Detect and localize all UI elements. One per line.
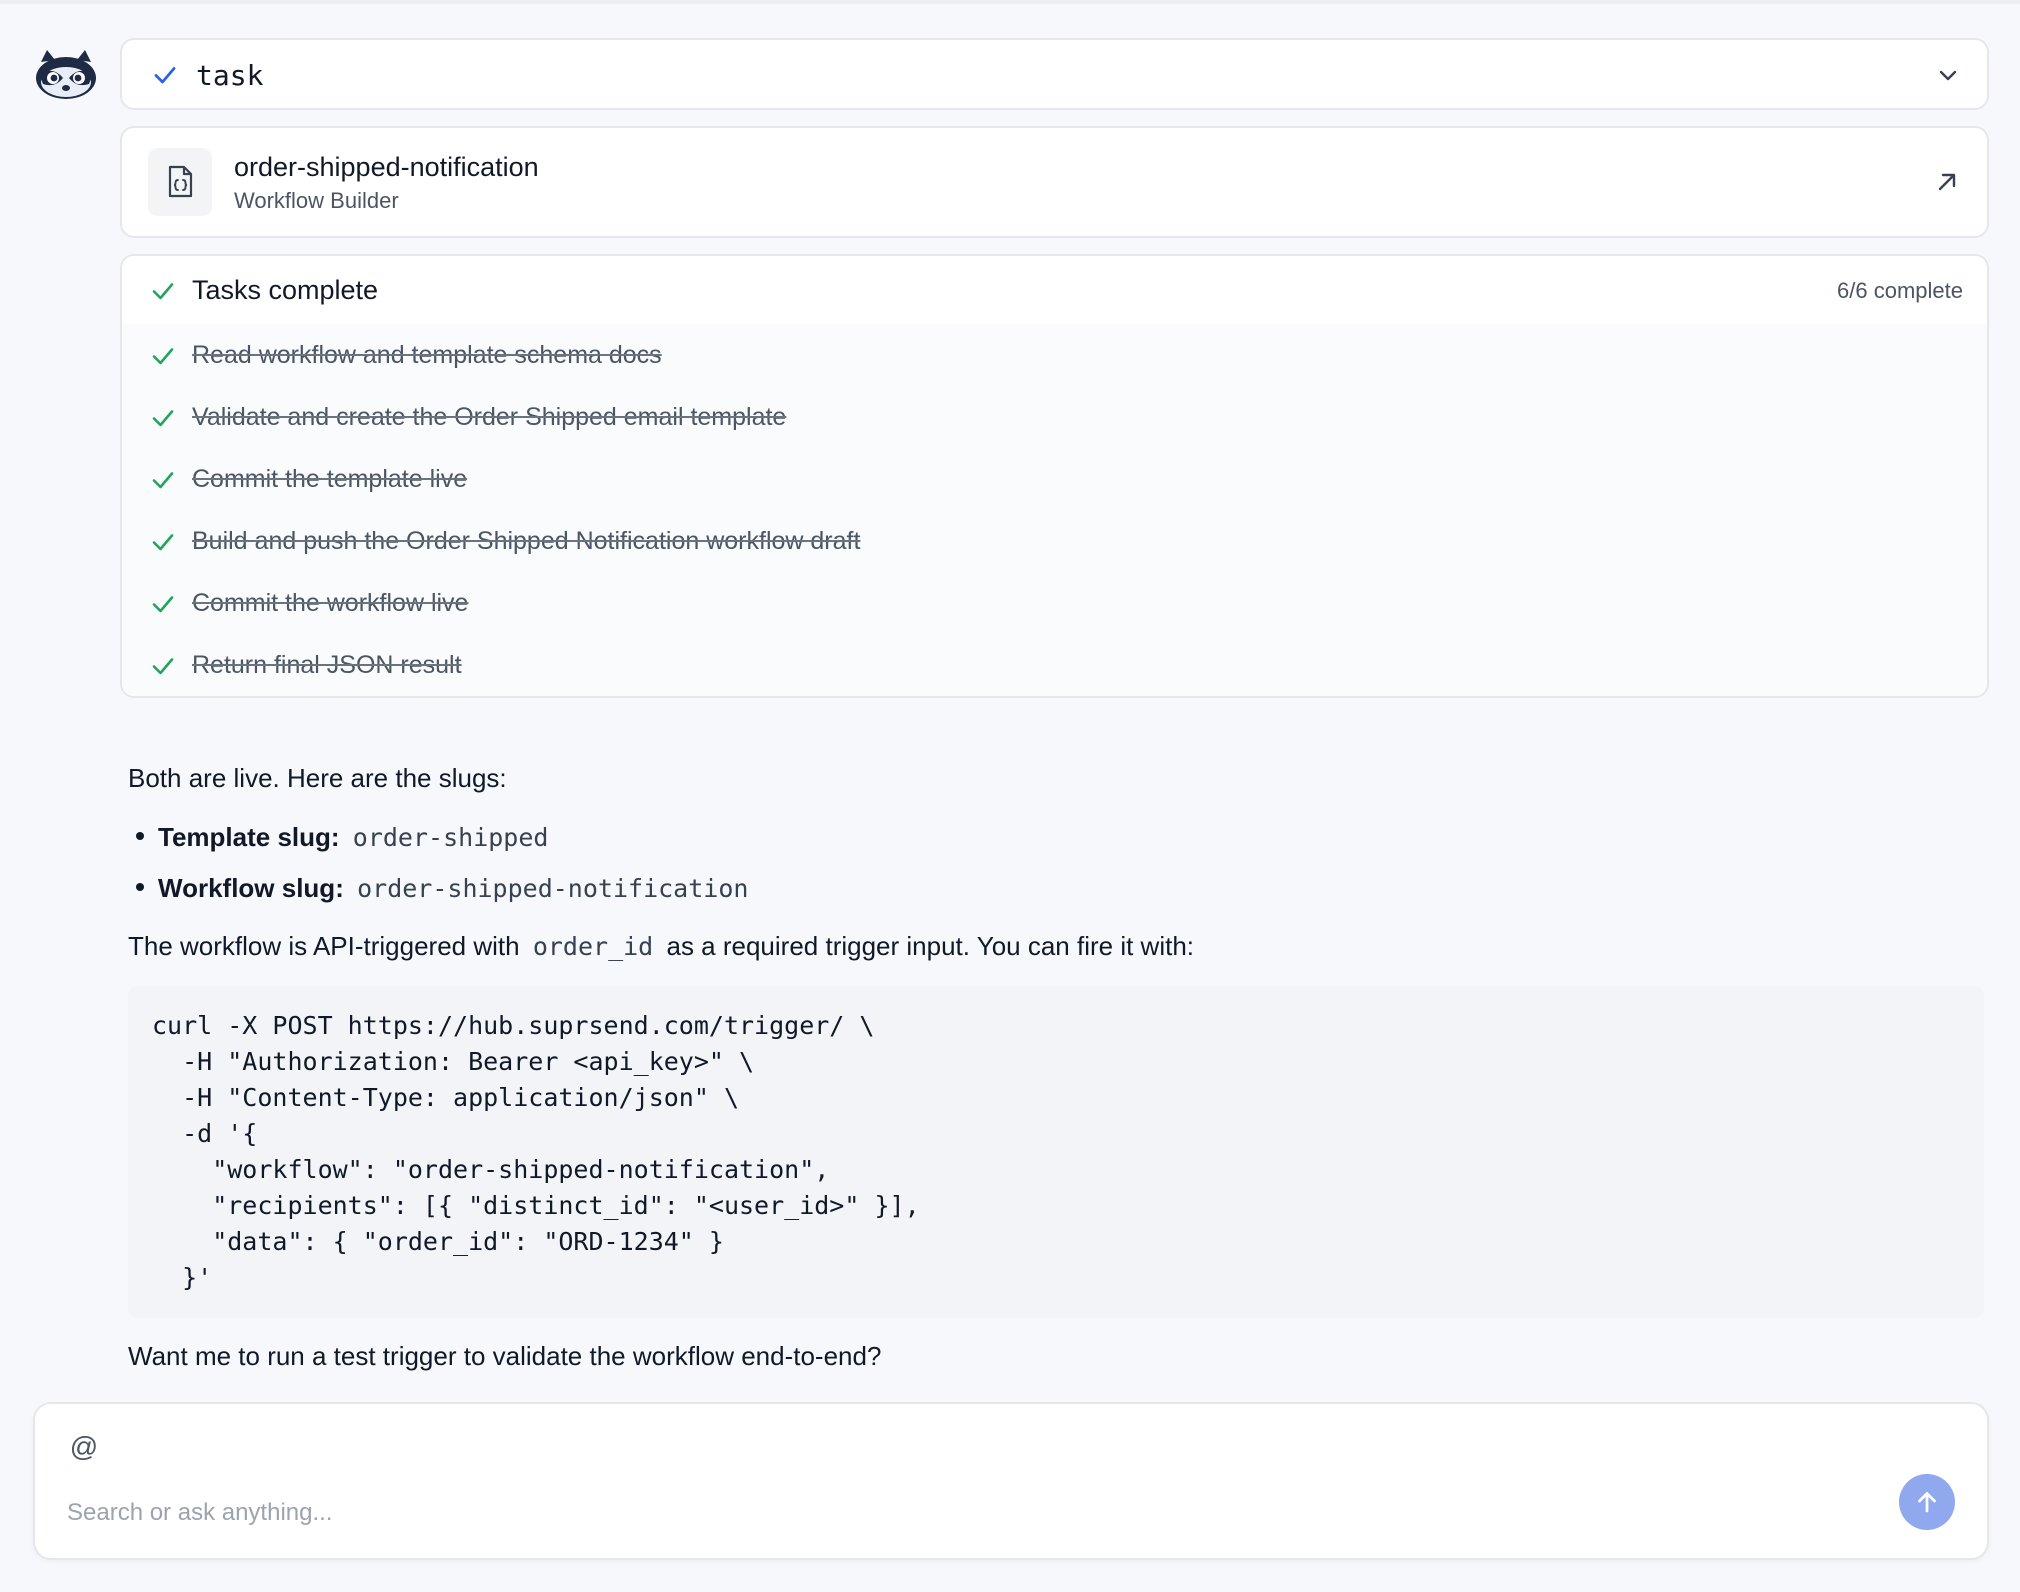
check-icon — [152, 534, 174, 551]
tasks-count: 6/6 complete — [1837, 278, 1963, 303]
slug-value: order-shipped-notification — [357, 874, 749, 903]
chevron-down-icon[interactable] — [1937, 64, 1959, 86]
slug-label: Template slug: — [158, 822, 340, 852]
check-icon — [152, 596, 174, 613]
composer: @ — [33, 1402, 1989, 1560]
task-item-label: Validate and create the Order Shipped em… — [192, 403, 787, 431]
task-item-label: Read workflow and template schema docs — [192, 341, 662, 369]
task-item: Build and push the Order Shipped Notific… — [122, 510, 1987, 573]
task-item: Return final JSON result — [122, 634, 1987, 696]
message-closing: Want me to run a test trigger to validat… — [128, 1341, 882, 1371]
list-item: Workflow slug: order-shipped-notificatio… — [136, 870, 754, 907]
trigger-param: order_id — [532, 932, 654, 961]
slug-value: order-shipped — [352, 823, 549, 852]
bullet-dot — [136, 883, 144, 892]
list-item: Template slug: order-shipped — [136, 819, 554, 856]
tasks-card: Tasks complete 6/6 complete Read workflo… — [120, 254, 1989, 698]
check-icon — [152, 410, 174, 427]
trigger-text-before: The workflow is API-triggered with — [128, 931, 520, 961]
task-item: Read workflow and template schema docs — [122, 324, 1987, 387]
tasks-header: Tasks complete 6/6 complete — [122, 256, 1987, 326]
tasks-title: Tasks complete — [192, 275, 379, 305]
workflow-icon-box — [148, 148, 212, 216]
assistant-avatar — [33, 48, 99, 100]
task-item-label: Commit the template live — [192, 465, 468, 493]
task-item: Validate and create the Order Shipped em… — [122, 386, 1987, 449]
task-label: task — [196, 59, 264, 92]
workflow-subtitle: Workflow Builder — [234, 188, 399, 213]
workflow-title: order-shipped-notification — [234, 152, 539, 182]
slug-label: Workflow slug: — [158, 873, 344, 903]
bullet-dot — [136, 832, 144, 841]
trigger-text-after: as a required trigger input. You can fir… — [666, 931, 1195, 961]
trigger-description: The workflow is API-triggered with order… — [128, 928, 1968, 965]
code-block: curl -X POST https://hub.suprsend.com/tr… — [128, 986, 1984, 1318]
raccoon-avatar-icon — [36, 50, 96, 99]
message-intro: Both are live. Here are the slugs: — [128, 763, 507, 793]
code-file-icon — [168, 165, 193, 198]
task-item: Commit the workflow live — [122, 572, 1987, 635]
check-icon — [152, 283, 174, 300]
workflow-card[interactable]: order-shipped-notification Workflow Buil… — [120, 126, 1989, 238]
check-icon — [152, 658, 174, 675]
task-header[interactable]: task — [120, 38, 1989, 110]
check-icon — [152, 472, 174, 489]
curl-command: curl -X POST https://hub.suprsend.com/tr… — [152, 1011, 920, 1292]
task-item-label: Return final JSON result — [192, 651, 462, 679]
send-button[interactable] — [1899, 1474, 1955, 1530]
arrow-up-icon — [1918, 1492, 1936, 1513]
task-item: Commit the template live — [122, 448, 1987, 511]
task-item-label: Commit the workflow live — [192, 589, 469, 617]
mention-button[interactable]: @ — [67, 1430, 101, 1464]
task-item-label: Build and push the Order Shipped Notific… — [192, 527, 861, 555]
search-input[interactable] — [65, 1492, 1849, 1534]
check-icon — [152, 348, 174, 365]
external-link-icon[interactable] — [1935, 170, 1959, 194]
top-divider — [0, 0, 2020, 4]
check-icon — [154, 67, 176, 84]
